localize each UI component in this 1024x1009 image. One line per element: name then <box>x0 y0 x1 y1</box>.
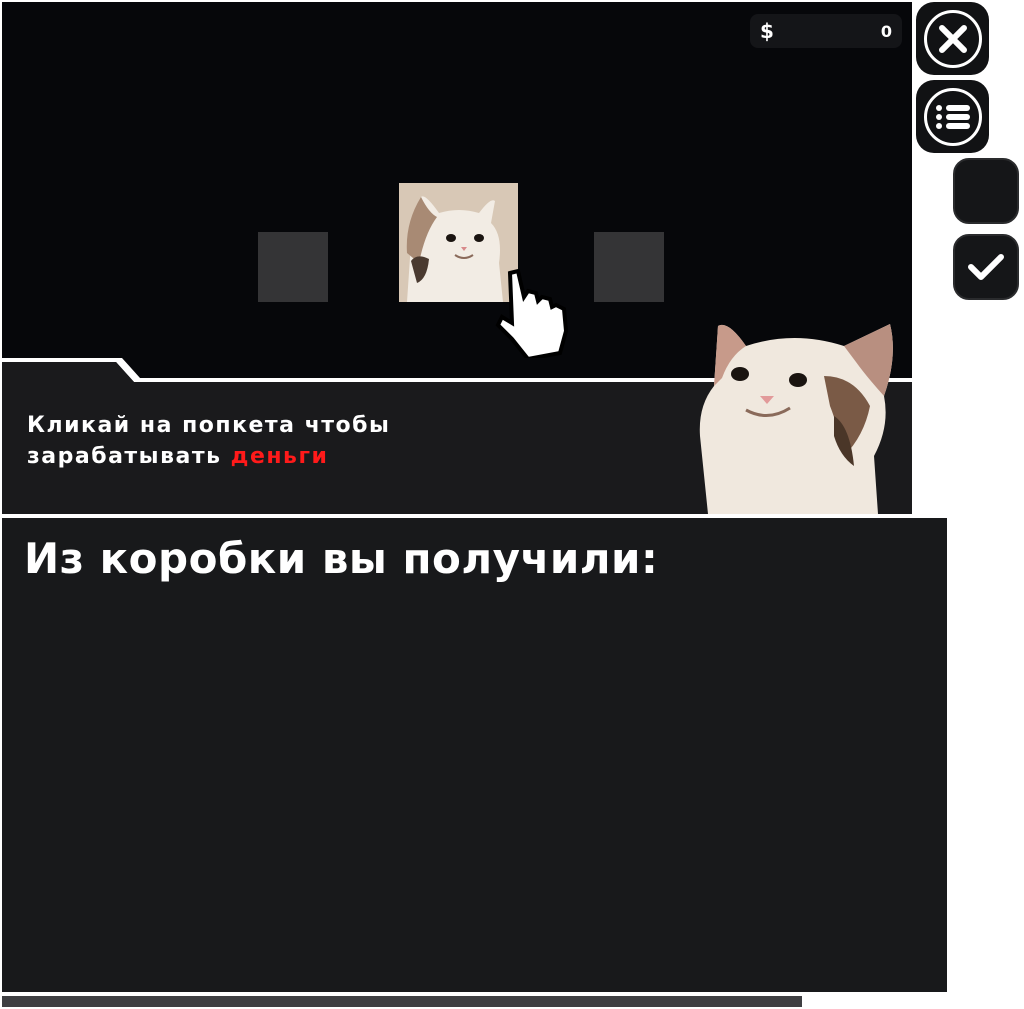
list-menu-icon <box>923 87 982 146</box>
hint-line-2-prefix: зарабатывать <box>27 444 231 469</box>
progress-bar <box>2 996 802 1007</box>
confirm-button[interactable] <box>953 234 1019 300</box>
hint-line-1: Кликай на попкета чтобы <box>27 413 391 438</box>
pointer-hand-icon <box>495 268 569 362</box>
reward-title: Из коробки вы получили: <box>24 534 659 583</box>
money-value: 0 <box>880 21 892 41</box>
money-counter: $ 0 <box>750 14 902 48</box>
dollar-icon: $ <box>760 19 774 43</box>
close-icon <box>923 9 982 68</box>
hint-text: Кликай на попкета чтобы зарабатывать ден… <box>27 410 390 472</box>
close-button[interactable] <box>916 2 989 75</box>
popcat-mascot-image <box>699 324 893 514</box>
hint-accent-money: деньги <box>230 444 329 469</box>
side-slot-left <box>258 232 328 302</box>
progress-fill <box>2 996 802 1007</box>
blank-button[interactable] <box>953 158 1019 224</box>
reward-panel: Из коробки вы получили: <box>2 518 947 992</box>
check-icon <box>968 254 1004 280</box>
side-slot-right <box>594 232 664 302</box>
menu-button[interactable] <box>916 80 989 153</box>
